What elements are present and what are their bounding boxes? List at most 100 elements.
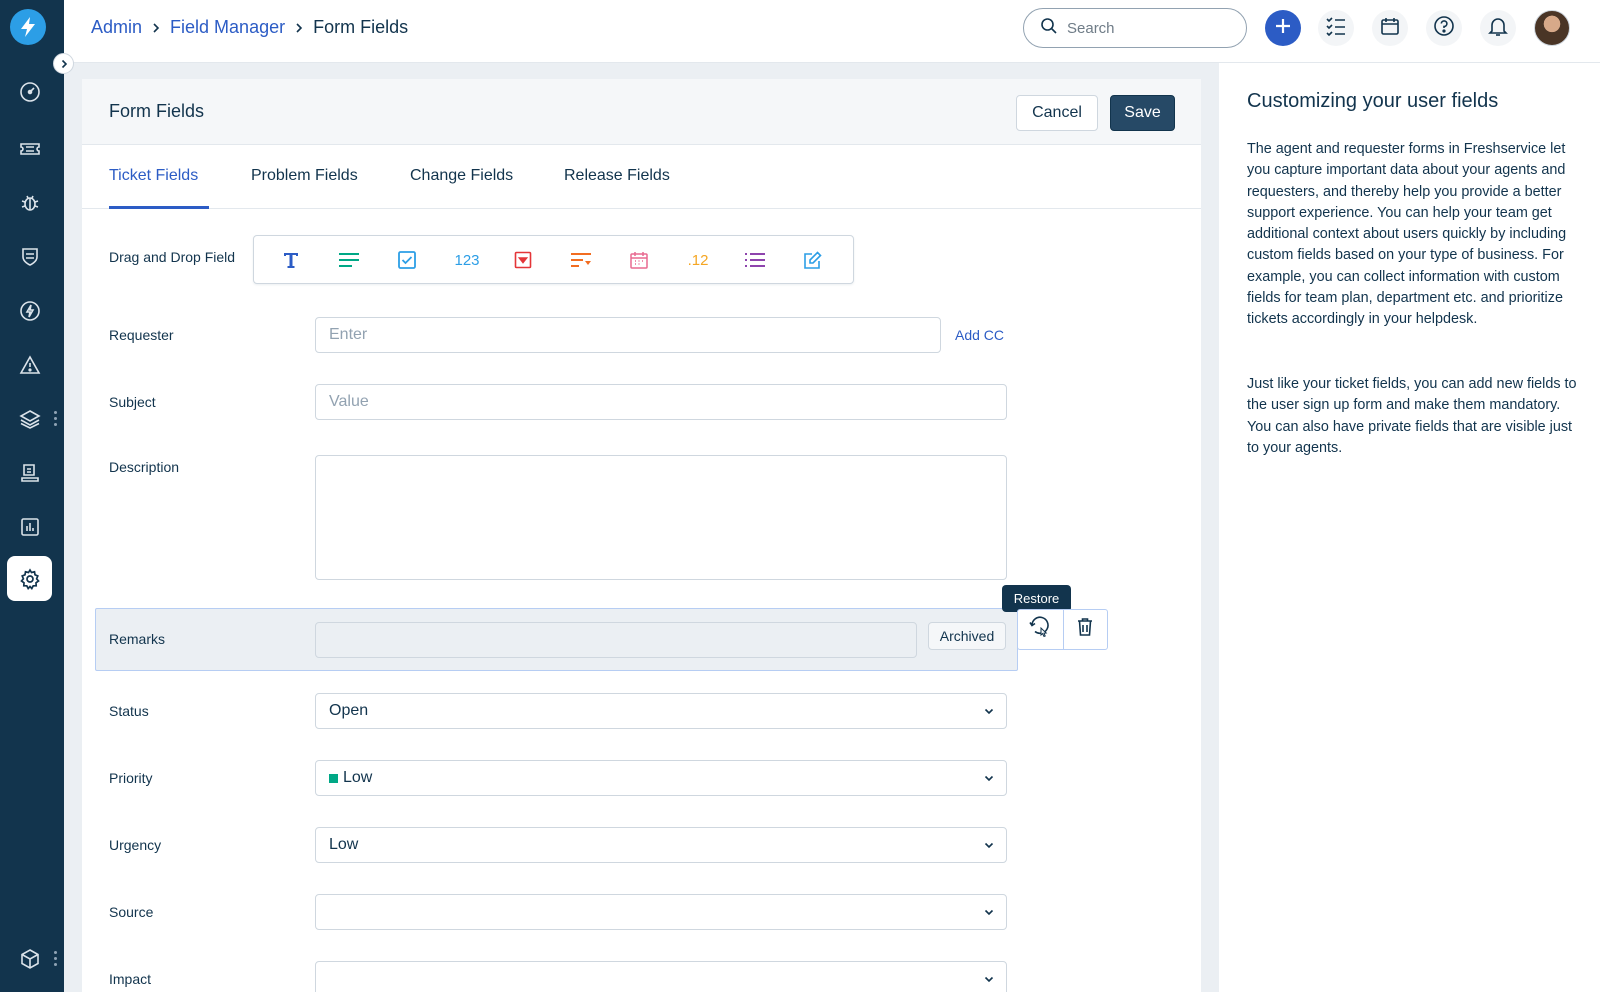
subject-input[interactable]: Value [315,384,1007,420]
cancel-button[interactable]: Cancel [1016,95,1098,131]
list-icon[interactable] [742,248,768,272]
palette-label: Drag and Drop Field [109,249,236,265]
urgency-select[interactable]: Low [315,827,1007,863]
changes-shield-icon[interactable] [7,234,52,279]
todo-button[interactable] [1318,10,1354,46]
tickets-icon[interactable] [7,126,52,171]
field-palette: 123 .12 [253,235,854,284]
urgency-label: Urgency [109,837,162,853]
tab-problem-fields[interactable]: Problem Fields [251,167,358,185]
delete-button[interactable] [1062,610,1108,649]
help-paragraph-1: The agent and requester forms in Freshse… [1247,141,1567,328]
priority-low-indicator [329,773,338,783]
assets-layers-icon[interactable] [7,396,52,441]
page-title: Form Fields [109,101,205,121]
search-input[interactable]: Search [1023,8,1247,48]
urgency-value: Low [329,836,359,853]
tab-change-fields[interactable]: Change Fields [410,167,513,185]
help-paragraph-2: Just like your ticket fields, you can ad… [1247,376,1577,456]
help-panel: Customizing your user fields The agent a… [1219,63,1600,992]
solutions-icon[interactable] [7,450,52,495]
add-cc-link[interactable]: Add CC [955,327,1004,343]
alerts-warning-icon[interactable] [7,342,52,387]
breadcrumb-chevron-icon [151,22,161,34]
requester-input[interactable]: Enter [315,317,941,353]
date-icon[interactable] [626,248,652,272]
active-tab-indicator [109,206,209,209]
number-icon[interactable]: 123 [447,248,487,272]
breadcrumb-admin-link[interactable]: Admin [91,17,142,38]
dashboard-icon[interactable] [7,69,52,114]
top-header: Admin Field Manager Form Fields Search [64,0,1600,63]
tab-ticket-fields[interactable]: Ticket Fields [109,167,198,185]
search-placeholder: Search [1067,19,1115,37]
freshservice-logo-icon[interactable] [10,9,46,45]
subject-placeholder: Value [329,393,369,410]
breadcrumb: Admin Field Manager Form Fields [91,17,408,38]
problems-bug-icon[interactable] [7,180,52,225]
breadcrumb-current: Form Fields [313,17,409,37]
remarks-input [315,622,917,658]
checkbox-icon[interactable] [394,248,420,272]
decimal-icon[interactable]: .12 [678,248,718,272]
trash-icon [1076,617,1094,642]
reports-icon[interactable] [7,504,52,549]
help-title: Customizing your user fields [1247,90,1499,112]
chevron-down-icon [983,905,995,923]
remarks-actions [1017,609,1108,650]
source-label: Source [109,904,154,920]
apps-cube-icon[interactable] [7,936,52,981]
restore-button[interactable] [1018,610,1063,649]
user-avatar[interactable] [1534,10,1570,46]
calendar-icon [1380,16,1400,41]
plus-icon [1274,17,1292,40]
form-fields-card: Form Fields Cancel Save Ticket Fields Pr… [82,79,1201,992]
status-label: Status [109,703,149,719]
requester-label: Requester [109,327,174,343]
impact-select[interactable] [315,961,1007,992]
field-tabs: Ticket Fields Problem Fields Change Fiel… [82,145,1201,209]
checklist-icon [1325,16,1347,41]
subject-label: Subject [109,394,156,410]
sidebar-expand-chevron-icon[interactable] [53,53,74,74]
description-label: Description [109,459,180,475]
dependent-field-icon[interactable] [568,248,594,272]
status-value: Open [329,702,369,719]
releases-bolt-icon[interactable] [7,288,52,333]
source-select[interactable] [315,894,1007,930]
description-textarea[interactable] [315,455,1007,580]
search-icon [1040,17,1058,40]
help-button[interactable] [1426,10,1462,46]
bell-icon [1488,15,1508,42]
notifications-button[interactable] [1480,10,1516,46]
chevron-down-icon [983,771,995,789]
remarks-label: Remarks [109,631,166,647]
admin-settings-gear-icon[interactable] [7,556,52,601]
status-select[interactable]: Open [315,693,1007,729]
requester-placeholder: Enter [329,326,368,343]
restore-icon [1027,614,1053,645]
priority-select[interactable]: Low [315,760,1007,796]
card-header: Form Fields Cancel Save [82,79,1201,145]
edit-icon[interactable] [800,248,826,272]
calendar-button[interactable] [1372,10,1408,46]
apps-more-icon[interactable] [54,951,58,969]
priority-label: Priority [109,770,153,786]
restore-tooltip: Restore [1002,585,1071,617]
impact-label: Impact [109,971,152,987]
breadcrumb-field-manager-link[interactable]: Field Manager [170,17,285,38]
chevron-down-icon [983,838,995,856]
chevron-down-icon [983,972,995,990]
tab-release-fields[interactable]: Release Fields [564,167,670,185]
archived-badge: Archived [928,622,1006,650]
save-button[interactable]: Save [1110,95,1175,131]
help-question-icon [1433,15,1455,42]
left-sidebar [0,0,64,992]
text-icon[interactable] [278,248,304,272]
paragraph-icon[interactable] [336,248,362,272]
add-new-button[interactable] [1265,10,1301,46]
more-menu-icon[interactable] [54,411,58,429]
breadcrumb-chevron-icon [294,22,304,34]
dropdown-icon[interactable] [510,248,536,272]
priority-value: Low [343,769,373,786]
